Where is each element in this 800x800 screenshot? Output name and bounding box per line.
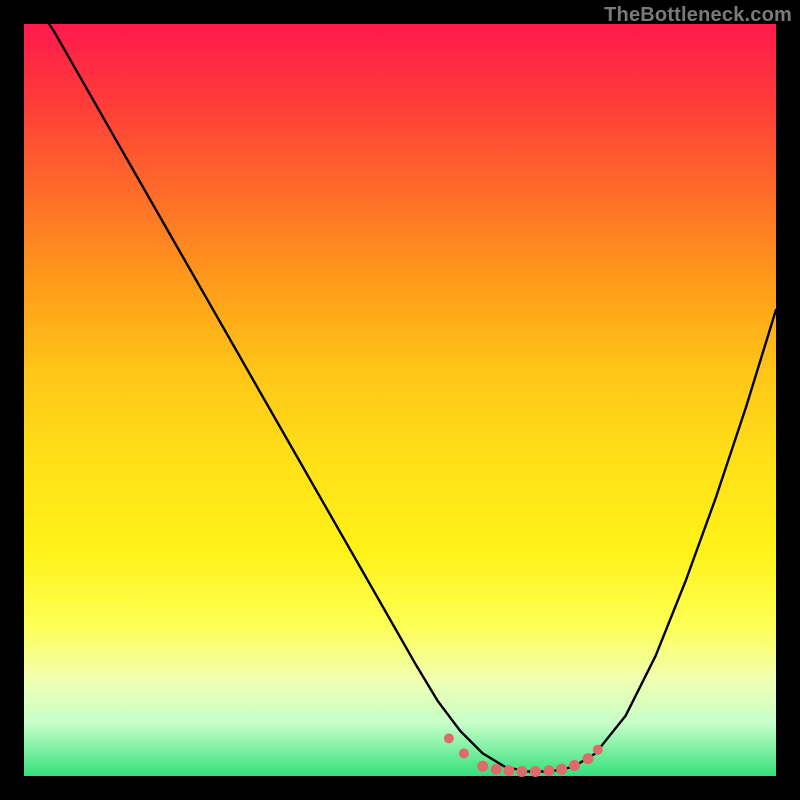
chart-frame: TheBottleneck.com xyxy=(0,0,800,800)
curve-marker xyxy=(569,760,580,771)
curve-marker xyxy=(477,761,488,772)
curve-marker xyxy=(459,748,469,758)
curve-marker xyxy=(491,764,502,775)
curve-marker xyxy=(543,765,554,776)
curve-marker xyxy=(583,753,594,764)
curve-marker xyxy=(530,766,541,777)
curve-marker xyxy=(556,764,567,775)
curve-marker xyxy=(444,733,454,743)
curve-marker xyxy=(593,745,603,755)
curve-marker xyxy=(516,766,527,777)
bottleneck-curve xyxy=(24,0,776,771)
curve-marker xyxy=(504,765,515,776)
watermark-text: TheBottleneck.com xyxy=(604,4,792,27)
chart-svg xyxy=(24,24,776,776)
